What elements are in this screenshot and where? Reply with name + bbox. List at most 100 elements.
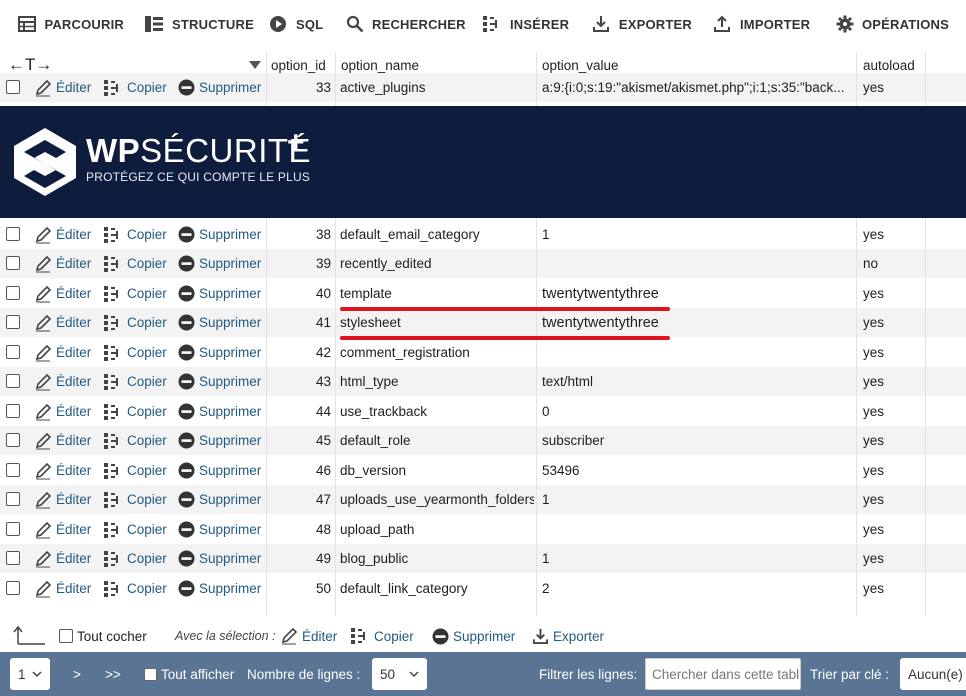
row-checkbox[interactable]: [6, 80, 20, 94]
delete-row-button[interactable]: Supprimer: [178, 279, 266, 308]
delete-row-button[interactable]: Supprimer: [178, 338, 266, 367]
copy-row-button[interactable]: Copier: [103, 515, 173, 544]
row-checkbox[interactable]: [6, 374, 20, 388]
edit-row-button[interactable]: Éditer: [34, 574, 100, 603]
row-checkbox[interactable]: [6, 256, 20, 270]
table-row[interactable]: Éditer Copier Supprimer 44 use_trackback 0 yes: [0, 397, 966, 426]
tab-insert[interactable]: INSÉRER: [472, 0, 582, 48]
edit-row-button[interactable]: Éditer: [34, 279, 100, 308]
tab-sql[interactable]: SQL: [258, 0, 336, 48]
gear-icon: [836, 14, 854, 34]
copy-row-button[interactable]: Copier: [103, 308, 173, 337]
delete-row-button[interactable]: Supprimer: [178, 456, 266, 485]
table-row[interactable]: Éditer Copier Supprimer 40 template twentytwe…: [0, 279, 966, 308]
edit-row-button[interactable]: Éditer: [34, 544, 100, 573]
bulk-delete-button[interactable]: Supprimer: [432, 620, 515, 652]
row-checkbox[interactable]: [6, 404, 20, 418]
bulk-edit-button[interactable]: Éditer: [280, 620, 337, 652]
table-row[interactable]: Éditer Copier Supprimer 48 upload_path yes: [0, 515, 966, 544]
copy-row-button[interactable]: Copier: [103, 338, 173, 367]
page-select[interactable]: 1: [10, 658, 50, 690]
bulk-export-button[interactable]: Exporter: [532, 620, 604, 652]
copy-row-button[interactable]: Copier: [103, 220, 173, 249]
tab-browse[interactable]: PARCOURIR: [0, 0, 134, 48]
edit-row-button[interactable]: Éditer: [34, 220, 100, 249]
row-checkbox[interactable]: [6, 463, 20, 477]
show-all[interactable]: Tout afficher: [144, 652, 234, 696]
next-page-button[interactable]: >: [73, 652, 81, 696]
table-row[interactable]: Éditer Copier Supprimer 47 uploads_use_yearm…: [0, 485, 966, 514]
tab-export[interactable]: EXPORTER: [582, 0, 702, 48]
row-checkbox[interactable]: [6, 581, 20, 595]
tab-search[interactable]: RECHERCHER: [336, 0, 472, 48]
copy-row-button[interactable]: Copier: [103, 485, 173, 514]
tab-operations[interactable]: OPÉRATIONS: [826, 0, 949, 48]
table-row[interactable]: Éditer Copier Supprimer 42 comment_registrat…: [0, 338, 966, 367]
delete-icon: [178, 314, 195, 331]
row-checkbox[interactable]: [6, 315, 20, 329]
edit-row-button[interactable]: Éditer: [34, 308, 100, 337]
check-all[interactable]: Tout cocher: [59, 620, 147, 652]
edit-row-button[interactable]: Éditer: [34, 367, 100, 396]
delete-row-button[interactable]: Supprimer: [178, 397, 266, 426]
table-row[interactable]: Éditer Copier Supprimer 38 default_email_cat…: [0, 220, 966, 249]
delete-row-button[interactable]: Supprimer: [178, 367, 266, 396]
table-row[interactable]: Éditer Copier Supprimer 45 default_role subsc…: [0, 426, 966, 455]
delete-row-button[interactable]: Supprimer: [178, 249, 266, 278]
delete-row-button[interactable]: Supprimer: [178, 515, 266, 544]
row-checkbox[interactable]: [6, 227, 20, 241]
sort-select[interactable]: Aucun(e): [900, 658, 966, 690]
table-row[interactable]: Éditer Copier Supprimer 50 default_link_cate…: [0, 574, 966, 603]
option-name-cell: blog_public: [340, 551, 409, 566]
copy-row-button[interactable]: Copier: [103, 249, 173, 278]
copy-row-button[interactable]: Copier: [103, 574, 173, 603]
copy-row-button[interactable]: Copier: [103, 426, 173, 455]
row-checkbox[interactable]: [6, 522, 20, 536]
table-row[interactable]: Éditer Copier Supprimer 39 recently_edited no: [0, 249, 966, 278]
row-checkbox[interactable]: [6, 286, 20, 300]
delete-row-button[interactable]: Supprimer: [178, 574, 266, 603]
delete-label: Supprimer: [199, 315, 262, 330]
delete-row-button[interactable]: Supprimer: [178, 220, 266, 249]
option-name-cell: default_role: [340, 433, 411, 448]
copy-row-button[interactable]: Copier: [103, 279, 173, 308]
option-value-cell: subscriber: [542, 433, 605, 448]
table-row[interactable]: Éditer Copier Supprimer 41 stylesheet twentyt…: [0, 308, 966, 337]
filter-input[interactable]: Chercher dans cette tabl: [645, 658, 801, 690]
delete-row-button[interactable]: Supprimer: [178, 73, 266, 102]
edit-row-button[interactable]: Éditer: [34, 338, 100, 367]
table-row[interactable]: Éditer Copier Supprimer 46 db_version 53496 ye…: [0, 456, 966, 485]
delete-label: Supprimer: [199, 463, 262, 478]
tab-structure[interactable]: STRUCTURE: [134, 0, 258, 48]
edit-row-button[interactable]: Éditer: [34, 249, 100, 278]
delete-row-button[interactable]: Supprimer: [178, 544, 266, 573]
show-all-checkbox[interactable]: [144, 667, 157, 681]
table-row[interactable]: Éditer Copier Supprimer 43 html_type text/htm…: [0, 367, 966, 396]
row-checkbox[interactable]: [6, 492, 20, 506]
edit-row-button[interactable]: Éditer: [34, 426, 100, 455]
edit-row-button[interactable]: Éditer: [34, 485, 100, 514]
row-checkbox[interactable]: [6, 345, 20, 359]
delete-label: Supprimer: [199, 433, 262, 448]
edit-row-button[interactable]: Éditer: [34, 73, 100, 102]
last-page-button[interactable]: >>: [105, 652, 121, 696]
copy-row-button[interactable]: Copier: [103, 367, 173, 396]
copy-row-button[interactable]: Copier: [103, 397, 173, 426]
delete-row-button[interactable]: Supprimer: [178, 485, 266, 514]
copy-row-button[interactable]: Copier: [103, 456, 173, 485]
table-row[interactable]: Éditer Copier Supprimer 33 active_plugins a:9…: [0, 73, 966, 102]
tab-import[interactable]: IMPORTER: [702, 0, 826, 48]
edit-row-button[interactable]: Éditer: [34, 515, 100, 544]
check-all-checkbox[interactable]: [59, 629, 73, 643]
edit-row-button[interactable]: Éditer: [34, 397, 100, 426]
copy-row-button[interactable]: Copier: [103, 544, 173, 573]
copy-row-button[interactable]: Copier: [103, 73, 173, 102]
delete-row-button[interactable]: Supprimer: [178, 426, 266, 455]
row-checkbox[interactable]: [6, 433, 20, 447]
row-checkbox[interactable]: [6, 551, 20, 565]
rows-select[interactable]: 50: [372, 658, 427, 690]
bulk-copy-button[interactable]: Copier: [350, 620, 414, 652]
edit-row-button[interactable]: Éditer: [34, 456, 100, 485]
delete-row-button[interactable]: Supprimer: [178, 308, 266, 337]
table-row[interactable]: Éditer Copier Supprimer 49 blog_public 1 yes: [0, 544, 966, 573]
